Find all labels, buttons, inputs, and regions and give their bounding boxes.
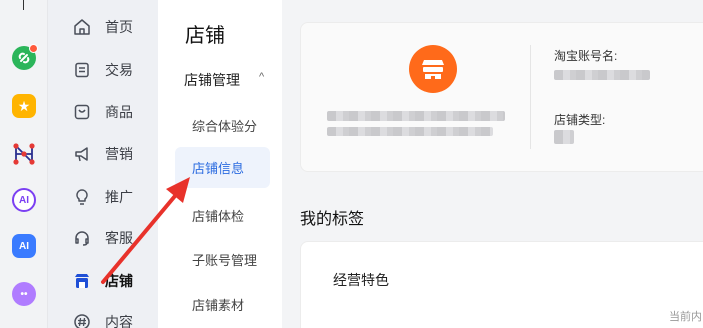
blurred-shop-name (327, 127, 493, 136)
main-nav: 首页 交易 商品 营销 推广 客服 店铺 内容 (48, 0, 158, 328)
nav-item-label: 营销 (105, 146, 133, 162)
nav-item-product[interactable]: 商品 (48, 90, 158, 134)
subnav-item-subaccount[interactable]: 子账号管理 (192, 250, 257, 269)
subnav-item-experience-score[interactable]: 综合体验分 (192, 116, 257, 135)
nav-item-promotion[interactable]: 推广 (48, 175, 158, 219)
subnav-item-shop-info[interactable]: 店铺信息 (175, 147, 270, 188)
subnav-title: 店铺 (185, 25, 225, 47)
ai-square-app-icon[interactable]: AI (12, 234, 36, 258)
nav-item-label: 客服 (105, 230, 133, 246)
tags-hint-text: 当前内 (669, 311, 702, 323)
nav-item-label: 交易 (105, 62, 133, 78)
nav-item-label: 首页 (105, 19, 133, 35)
hashtag-icon (73, 313, 91, 328)
tags-card: 经营特色 当前内 (300, 241, 703, 328)
nav-item-label: 推广 (105, 189, 133, 205)
nav-item-marketing[interactable]: 营销 (48, 132, 158, 176)
card-divider (530, 45, 531, 149)
chevron-up-icon[interactable]: ^ (259, 71, 264, 83)
main-content: 淘宝账号名: 店铺类型: 我的标签 经营特色 当前内 (282, 0, 703, 328)
blurred-account-value (554, 70, 650, 80)
yellow-star-app-icon[interactable]: ★ (12, 94, 36, 118)
home-icon (73, 18, 91, 36)
business-features-title: 经营特色 (333, 272, 389, 288)
green-link-app-icon[interactable] (12, 44, 38, 70)
nav-item-label: 店铺 (105, 273, 133, 289)
store-icon (73, 272, 91, 290)
nav-item-label: 商品 (105, 104, 133, 120)
nav-item-transaction[interactable]: 交易 (48, 48, 158, 92)
headset-icon (73, 229, 91, 247)
subnav-group-shop-management[interactable]: 店铺管理 (184, 70, 240, 90)
nav-item-customer-service[interactable]: 客服 (48, 216, 158, 260)
nav-item-store[interactable]: 店铺 (48, 259, 158, 303)
taobao-account-label: 淘宝账号名: (554, 49, 618, 63)
shop-logo (409, 45, 457, 93)
nav-item-content[interactable]: 内容 (48, 300, 158, 328)
notification-dot (29, 44, 38, 53)
ai-circle-app-icon[interactable]: AI (12, 188, 36, 212)
nav-item-home[interactable]: 首页 (48, 5, 158, 49)
my-tags-title: 我的标签 (300, 211, 365, 228)
app-rail: ★ AI AI •• (0, 0, 48, 328)
rail-top-mark (23, 0, 24, 10)
shop-type-label: 店铺类型: (554, 113, 606, 127)
transaction-icon (73, 61, 91, 79)
blurred-shop-name (327, 111, 505, 121)
nav-item-label: 内容 (105, 314, 133, 328)
product-icon (73, 103, 91, 121)
lightbulb-icon (73, 188, 91, 206)
megaphone-icon (73, 145, 91, 163)
sub-nav: 店铺 店铺管理 ^ 综合体验分 店铺信息 店铺体检 子账号管理 店铺素材 (158, 0, 282, 328)
shop-info-card: 淘宝账号名: 店铺类型: (300, 22, 703, 172)
red-graph-app-icon[interactable] (12, 142, 36, 166)
subnav-item-shop-assets[interactable]: 店铺素材 (192, 295, 244, 314)
purple-bot-app-icon[interactable]: •• (12, 282, 36, 306)
blurred-shop-type-value (554, 130, 574, 144)
subnav-item-shop-checkup[interactable]: 店铺体检 (192, 206, 244, 225)
